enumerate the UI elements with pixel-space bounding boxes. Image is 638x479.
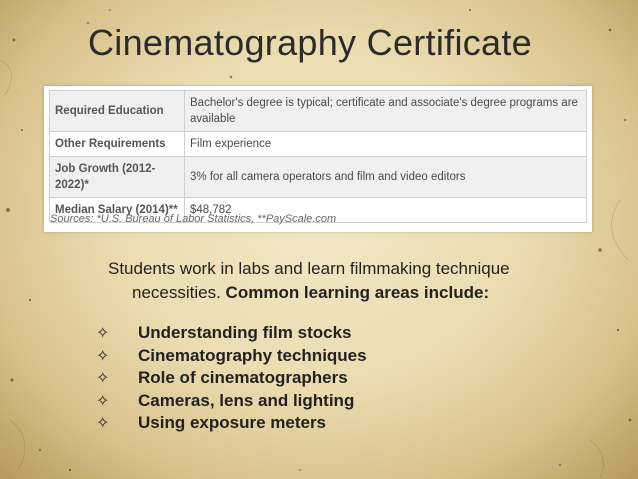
list-item: ✧ Cameras, lens and lighting	[96, 390, 367, 413]
info-table: Required Education Bachelor's degree is …	[49, 90, 587, 223]
table-row: Other Requirements Film experience	[49, 131, 587, 157]
star-bullet-icon: ✧	[96, 368, 110, 387]
list-item-text: Cinematography techniques	[138, 345, 367, 365]
intro-line-2-plain: necessities.	[132, 283, 226, 302]
intro-line-2-bold: Common learning areas include:	[225, 283, 490, 302]
learning-areas-list: ✧ Understanding film stocks ✧ Cinematograp…	[96, 322, 367, 435]
intro-paragraph: Students work in labs and learn filmmaki…	[108, 257, 608, 305]
row-value: 3% for all camera operators and film and…	[184, 156, 587, 198]
list-item-text: Cameras, lens and lighting	[138, 390, 355, 410]
intro-line-2: necessities. Common learning areas inclu…	[108, 281, 608, 305]
slide-title: Cinematography Certificate	[88, 22, 533, 63]
list-item: ✧ Role of cinematographers	[96, 367, 367, 390]
star-bullet-icon: ✧	[96, 390, 110, 410]
star-bullet-icon: ✧	[96, 413, 110, 432]
table-sources-note: Sources: *U.S. Bureau of Labor Statistic…	[50, 213, 337, 225]
list-item-text: Using exposure meters	[138, 413, 327, 432]
list-item: ✧ Using exposure meters	[96, 412, 367, 435]
table-row: Required Education Bachelor's degree is …	[49, 90, 587, 132]
list-item: ✧ Understanding film stocks	[96, 322, 367, 345]
intro-line-1: Students work in labs and learn filmmaki…	[108, 259, 510, 278]
star-bullet-icon: ✧	[96, 323, 110, 342]
info-table-image: Required Education Bachelor's degree is …	[44, 86, 592, 232]
list-item-text: Understanding film stocks	[138, 323, 352, 342]
row-value: Bachelor's degree is typical; certificat…	[184, 90, 587, 132]
list-item-text: Role of cinematographers	[138, 368, 348, 387]
row-value: Film experience	[184, 131, 587, 157]
row-label: Other Requirements	[49, 131, 185, 157]
table-row: Job Growth (2012-2022)* 3% for all camer…	[49, 156, 587, 198]
row-label: Required Education	[49, 90, 185, 132]
star-bullet-icon: ✧	[96, 345, 110, 365]
row-label: Job Growth (2012-2022)*	[49, 156, 185, 198]
list-item: ✧ Cinematography techniques	[96, 345, 367, 368]
